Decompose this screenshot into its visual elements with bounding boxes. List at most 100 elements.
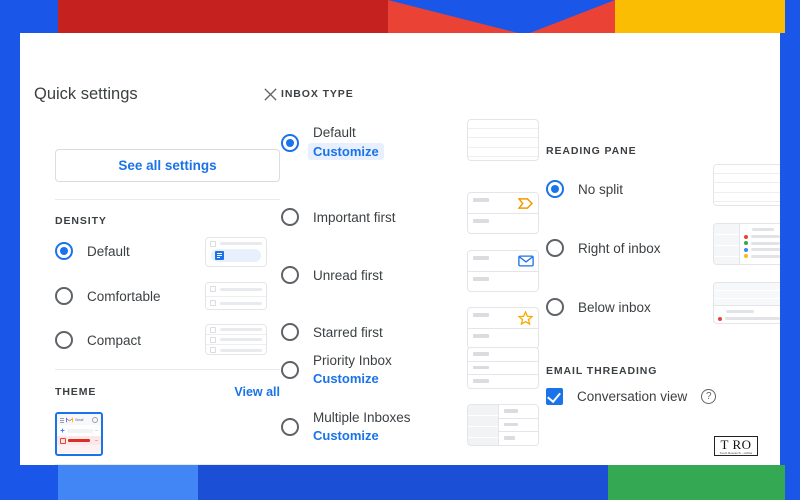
watermark: T RO Tools Research - online [714, 436, 758, 456]
radio-density-default[interactable] [55, 242, 73, 260]
preview-line [473, 277, 489, 281]
inbox-type-option-multiple-inboxes[interactable]: Multiple Inboxes Customize [281, 404, 539, 446]
view-all-themes-link[interactable]: View all [234, 385, 280, 399]
radio-inbox-important-first[interactable] [281, 208, 299, 226]
inbox-preview-default [467, 119, 539, 161]
preview-line [751, 241, 780, 245]
reading-preview-no-split [713, 164, 780, 206]
inbox-type-option-label: Default [313, 125, 356, 140]
preview-line [220, 338, 262, 341]
inbox-type-option-label: Unread first [313, 267, 383, 283]
inbox-type-option-label: Multiple Inboxes [313, 410, 411, 425]
reading-pane-section-label: READING PANE [546, 145, 637, 157]
inbox-preview-starred-first [467, 307, 539, 349]
inbox-type-option-unread-first[interactable]: Unread first [281, 250, 539, 292]
close-icon[interactable] [259, 83, 281, 105]
preview-line [220, 328, 262, 331]
preview-dot [718, 316, 722, 321]
backdrop-shape [198, 465, 608, 500]
density-option-default[interactable]: Default [55, 237, 280, 267]
preview-line [473, 198, 489, 202]
radio-inbox-starred-first[interactable] [281, 323, 299, 341]
radio-inbox-unread-first[interactable] [281, 266, 299, 284]
preview-icon [215, 251, 224, 260]
density-preview-compact [205, 324, 267, 355]
preview-line [473, 334, 489, 338]
radio-density-compact[interactable] [55, 331, 73, 349]
radio-density-comfortable[interactable] [55, 287, 73, 305]
help-circle-icon[interactable]: ? [701, 389, 717, 404]
inbox-type-option-priority-inbox[interactable]: Priority Inbox Customize [281, 347, 539, 389]
density-preview-comfortable [205, 282, 267, 310]
inbox-type-section-label: INBOX TYPE [281, 88, 354, 100]
preview-line [473, 219, 489, 223]
preview-checkbox [210, 300, 216, 307]
important-marker-icon [518, 198, 533, 209]
preview-line [504, 409, 518, 413]
divider [55, 464, 280, 465]
preview-line [725, 324, 780, 325]
density-option-compact[interactable]: Compact [55, 324, 280, 355]
backdrop-shape [0, 465, 58, 500]
email-threading-section-label: EMAIL THREADING [546, 365, 658, 377]
radio-inbox-default[interactable] [281, 133, 299, 152]
radio-reading-right-of-inbox[interactable] [546, 239, 564, 257]
preview-line [751, 254, 780, 258]
compose-icon [60, 428, 65, 433]
density-option-comfortable[interactable]: Comfortable [55, 282, 280, 310]
customize-link-multiple-inboxes[interactable]: Customize [313, 428, 411, 443]
reading-pane-option-no-split[interactable]: No split [546, 164, 780, 206]
preview-dot [744, 254, 748, 258]
backdrop-shape [608, 465, 785, 500]
gmail-theme-thumbnail[interactable]: Gmail [55, 412, 103, 456]
star-icon [518, 311, 533, 325]
radio-reading-below-inbox[interactable] [546, 298, 564, 316]
preview-line [220, 301, 262, 305]
radio-inbox-multiple-inboxes[interactable] [281, 417, 299, 436]
inbox-type-option-important-first[interactable]: Important first [281, 192, 539, 234]
customize-link-priority-inbox[interactable]: Customize [313, 371, 392, 386]
see-all-settings-button[interactable]: See all settings [55, 149, 280, 182]
inbox-type-option-label: Priority Inbox [313, 353, 392, 368]
density-preview-default [205, 237, 267, 267]
reading-preview-below-inbox [713, 282, 780, 324]
checkbox-conversation-view[interactable] [546, 388, 563, 405]
preview-line [473, 256, 489, 260]
preview-highlight-row [211, 249, 261, 262]
reading-pane-option-below-inbox[interactable]: Below inbox [546, 282, 780, 324]
preview-checkbox [210, 240, 216, 247]
density-option-label: Compact [87, 332, 142, 348]
backdrop-shape [58, 465, 198, 500]
watermark-sub-text: Tools Research - online [719, 451, 753, 455]
screenshot-root: Quick settings See all settings DENSITY … [0, 0, 800, 500]
backdrop-shape [785, 0, 800, 33]
divider [55, 199, 280, 200]
customize-link-default[interactable]: Customize [308, 143, 384, 160]
preview-line [751, 235, 780, 238]
preview-line [220, 348, 262, 352]
theme-thumbnail-label: Gmail [75, 417, 84, 422]
inbox-type-option-starred-first[interactable]: Starred first [281, 307, 539, 349]
radio-inbox-priority-inbox[interactable] [281, 360, 299, 379]
inbox-type-option-default[interactable]: Default Customize [281, 119, 539, 161]
radio-reading-no-split[interactable] [546, 180, 564, 198]
conversation-view-row[interactable]: Conversation view ? [546, 388, 776, 405]
inbox-preview-multiple-inboxes [467, 404, 539, 446]
inbox-type-option-label: Starred first [313, 324, 383, 340]
theme-section-label: THEME [55, 386, 97, 398]
preview-line [751, 248, 780, 251]
preview-line [473, 365, 489, 370]
gmail-logo-icon [66, 417, 73, 422]
density-option-label: Comfortable [87, 288, 161, 304]
density-section-label: DENSITY [55, 215, 107, 227]
preview-dot [718, 323, 722, 324]
preview-checkbox [210, 286, 216, 293]
inbox-preview-unread-first [467, 250, 539, 292]
search-icon [92, 416, 98, 423]
quick-settings-panel: Quick settings See all settings DENSITY … [20, 33, 780, 465]
inbox-preview-important-first [467, 192, 539, 234]
preview-line [504, 436, 515, 440]
reading-pane-option-right-of-inbox[interactable]: Right of inbox [546, 223, 780, 265]
preview-line [725, 317, 780, 320]
hamburger-icon [60, 417, 64, 423]
